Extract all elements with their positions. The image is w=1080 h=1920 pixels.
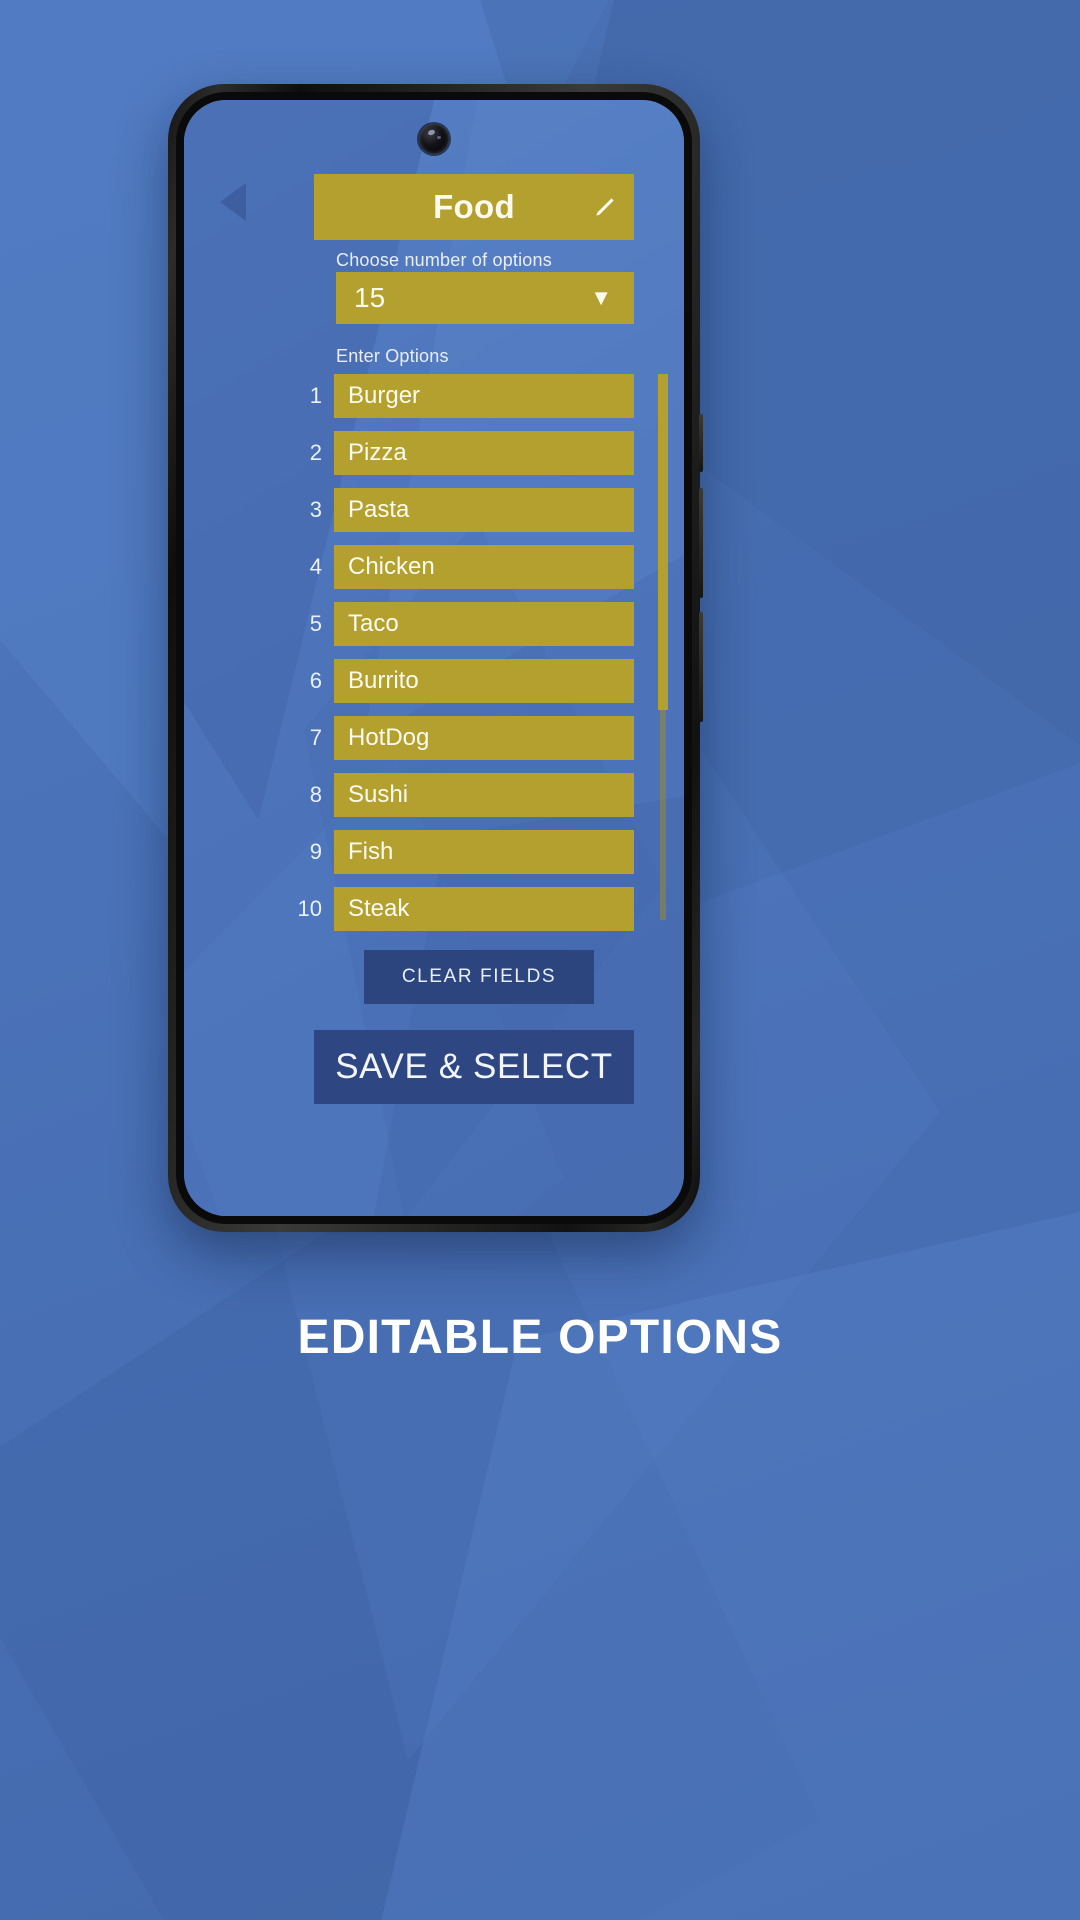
- option-row-number: 8: [309, 782, 322, 807]
- option-row: 1 Burger: [284, 374, 634, 418]
- option-row-number: 6: [309, 668, 322, 693]
- option-row-number: 4: [309, 554, 322, 579]
- option-input-3[interactable]: Pasta: [334, 488, 634, 532]
- save-and-select-label: SAVE & SELECT: [335, 1047, 613, 1086]
- option-row: 4 Chicken: [284, 545, 634, 589]
- enter-options-label: Enter Options: [336, 346, 449, 366]
- pencil-icon[interactable]: [592, 194, 618, 220]
- options-count-value: 15: [354, 282, 386, 313]
- phone-mockup: Food Choose number of options 15 ▼ Enter…: [168, 84, 703, 1232]
- option-input-value: Fish: [348, 838, 394, 865]
- scrollbar-thumb[interactable]: [658, 374, 668, 710]
- clear-fields-button[interactable]: CLEAR FIELDS: [364, 950, 594, 1004]
- option-input-10[interactable]: Steak: [334, 887, 634, 931]
- option-input-2[interactable]: Pizza: [334, 431, 634, 475]
- option-row: 8 Sushi: [284, 773, 634, 817]
- phone-side-button-power[interactable]: [699, 612, 703, 722]
- option-row: 7 HotDog: [284, 716, 634, 760]
- title-bar: Food: [314, 174, 634, 240]
- save-and-select-button[interactable]: SAVE & SELECT: [314, 1030, 634, 1104]
- option-row: 10 Steak: [284, 887, 634, 931]
- options-list: 1 Burger 2 Pizza 3 Pasta 4 Chicken 5 Taco 6 Burrito…: [284, 374, 634, 931]
- option-input-value: Sushi: [348, 781, 409, 808]
- option-row-number: 5: [309, 611, 322, 636]
- option-row: 5 Taco: [284, 602, 634, 646]
- clear-fields-label: CLEAR FIELDS: [401, 966, 557, 987]
- page-title: Food: [433, 188, 515, 225]
- option-input-value: HotDog: [348, 724, 430, 751]
- option-input-1[interactable]: Burger: [334, 374, 634, 418]
- option-input-9[interactable]: Fish: [334, 830, 634, 874]
- option-row-number: 2: [309, 440, 322, 465]
- chevron-down-icon: ▼: [590, 285, 612, 310]
- option-row: 2 Pizza: [284, 431, 634, 475]
- option-input-value: Steak: [348, 895, 410, 922]
- option-row-number: 7: [309, 725, 322, 750]
- option-input-4[interactable]: Chicken: [334, 545, 634, 589]
- option-row: 3 Pasta: [284, 488, 634, 532]
- app-top-bar: Food: [184, 174, 684, 240]
- option-input-5[interactable]: Taco: [334, 602, 634, 646]
- option-row: 6 Burrito: [284, 659, 634, 703]
- option-input-7[interactable]: HotDog: [334, 716, 634, 760]
- phone-screen: Food Choose number of options 15 ▼ Enter…: [184, 100, 684, 1216]
- option-input-value: Burger: [348, 382, 421, 409]
- option-input-value: Chicken: [348, 553, 435, 580]
- choose-options-label: Choose number of options: [336, 250, 552, 270]
- option-input-value: Pasta: [348, 496, 410, 523]
- phone-side-button-mute[interactable]: [699, 414, 703, 472]
- option-input-value: Taco: [348, 610, 399, 637]
- promo-caption: EDITABLE OPTIONS: [297, 1311, 783, 1364]
- option-input-6[interactable]: Burrito: [334, 659, 634, 703]
- option-input-value: Burrito: [348, 667, 419, 694]
- option-row-number: 9: [309, 839, 322, 864]
- option-input-8[interactable]: Sushi: [334, 773, 634, 817]
- phone-side-button-volume[interactable]: [699, 488, 703, 598]
- options-count-dropdown[interactable]: 15 ▼: [336, 272, 634, 324]
- front-camera-icon: [419, 124, 449, 154]
- back-arrow-icon[interactable]: [220, 183, 246, 221]
- option-input-value: Pizza: [348, 439, 407, 466]
- option-row-number: 1: [309, 383, 322, 408]
- option-row: 9 Fish: [284, 830, 634, 874]
- option-row-number: 3: [309, 497, 322, 522]
- option-row-number: 10: [297, 896, 322, 921]
- app-content: Food Choose number of options 15 ▼ Enter…: [184, 100, 684, 1216]
